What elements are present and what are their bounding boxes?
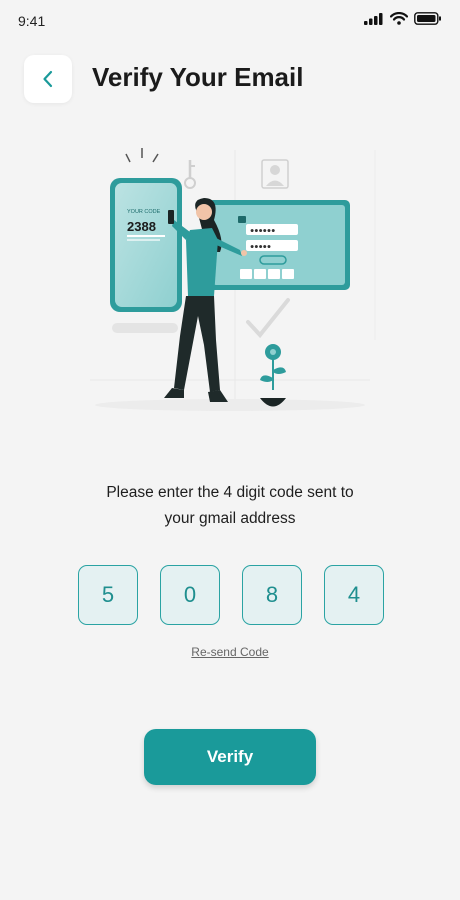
key-icon <box>184 160 196 189</box>
page-title: Verify Your Email <box>92 62 304 92</box>
status-icons <box>364 12 442 25</box>
svg-text:●●●●●: ●●●●● <box>250 244 271 251</box>
signal-icon <box>364 12 383 25</box>
resend-code-link[interactable]: Re-send Code <box>0 645 460 659</box>
status-bar: 9:41 <box>0 0 460 44</box>
verification-illustration: YOUR CODE 2388 ●●●●●● ●●●●● <box>90 148 376 411</box>
status-time: 9:41 <box>18 13 46 29</box>
code-digit-2[interactable]: 0 <box>160 565 220 625</box>
code-digit-3[interactable]: 8 <box>242 565 302 625</box>
code-digit-1[interactable]: 5 <box>78 565 138 625</box>
wifi-icon <box>390 12 408 25</box>
back-button[interactable] <box>24 55 72 103</box>
phone-code-value: 2388 <box>127 219 156 234</box>
svg-text:●●●●●●: ●●●●●● <box>250 228 275 235</box>
phone-code-label: YOUR CODE <box>127 209 161 215</box>
flower-plant-icon <box>260 344 286 407</box>
instruction-text: Please enter the 4 digit code sent to yo… <box>60 480 400 532</box>
chevron-left-icon <box>43 70 53 88</box>
user-profile-icon <box>261 159 289 189</box>
instruction-line-1: Please enter the 4 digit code sent to <box>106 484 354 501</box>
phone-graphic: YOUR CODE 2388 <box>110 178 182 312</box>
code-digit-4[interactable]: 4 <box>324 565 384 625</box>
verify-button[interactable]: Verify <box>144 729 316 785</box>
otp-code-input: 5 0 8 4 <box>78 565 384 627</box>
battery-icon <box>414 12 441 25</box>
checkmark-icon <box>246 298 290 339</box>
instruction-line-2: your gmail address <box>164 510 296 527</box>
